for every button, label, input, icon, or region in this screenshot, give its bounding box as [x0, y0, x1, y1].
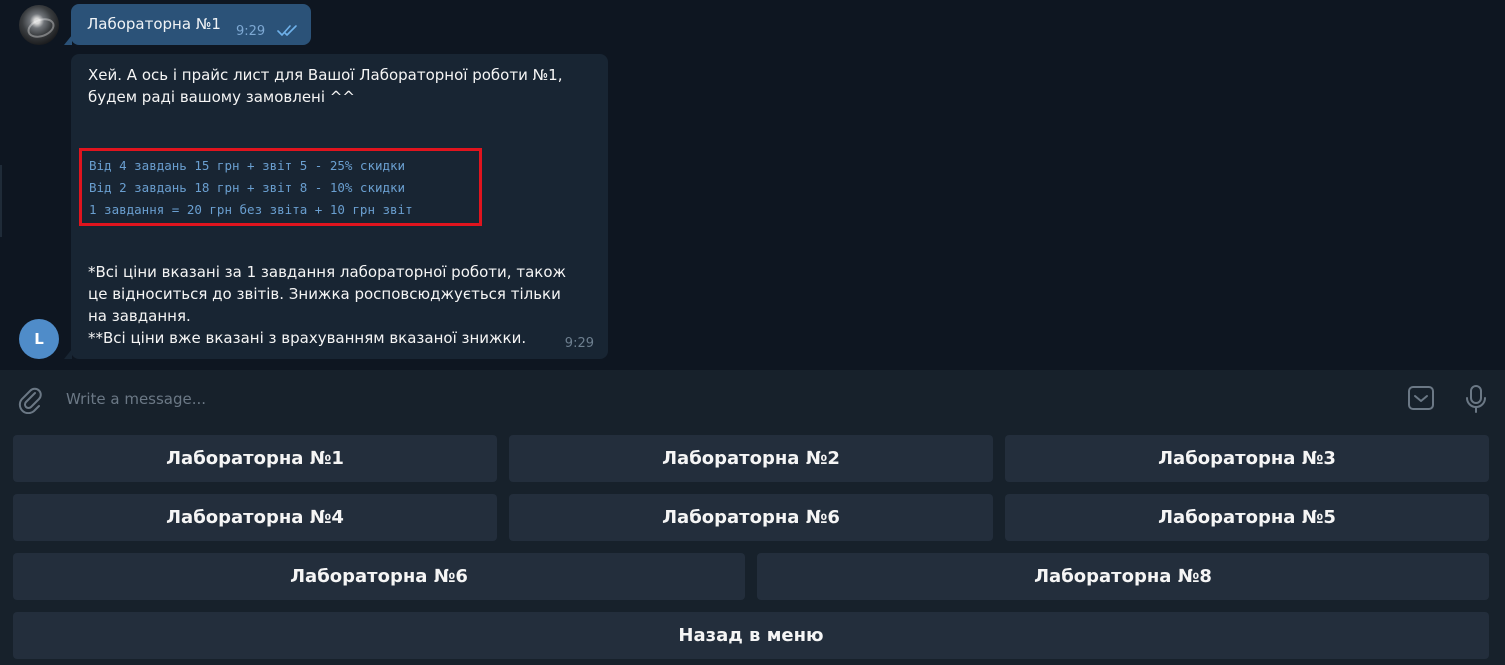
outgoing-message-text: Лабораторна №1	[87, 15, 221, 33]
price-line[interactable]: Від 4 завдань 15 грн + звіт 5 - 25% скид…	[89, 155, 479, 177]
keyboard-button-lab-8[interactable]: Лабораторна №8	[757, 553, 1489, 600]
back-to-menu-button[interactable]: Назад в меню	[13, 612, 1489, 659]
price-list-highlight: Від 4 завдань 15 грн + звіт 5 - 25% скид…	[79, 148, 482, 226]
message-notes: *Всі ціни вказані за 1 завдання лаборато…	[88, 261, 578, 349]
keyboard-button-lab-6-alt[interactable]: Лабораторна №6	[13, 553, 745, 600]
outgoing-message[interactable]: Лабораторна №1 9:29	[64, 4, 311, 45]
keyboard-button-lab-1[interactable]: Лабораторна №1	[13, 435, 497, 482]
chat-area: Лабораторна №1 9:29 Хей. А ось і прайс л…	[0, 0, 1505, 370]
message-intro: Хей. А ось і прайс лист для Вашої Лабора…	[88, 66, 563, 106]
panel-edge	[0, 165, 2, 237]
message-input[interactable]	[66, 386, 1366, 412]
note-line-2: **Всі ціни вже вказані з врахуванням вка…	[88, 329, 527, 347]
message-composer	[0, 370, 1505, 427]
user-avatar[interactable]	[19, 5, 59, 45]
price-line[interactable]: 1 завдання = 20 грн без звіта + 10 грн з…	[89, 199, 479, 221]
paperclip-icon[interactable]	[17, 386, 45, 414]
double-check-icon	[277, 25, 297, 36]
incoming-message-time: 9:29	[564, 336, 594, 351]
outgoing-message-time: 9:29	[236, 24, 266, 39]
bot-avatar[interactable]: L	[19, 319, 59, 359]
price-line[interactable]: Від 2 завдань 18 грн + звіт 8 - 10% скид…	[89, 177, 479, 199]
bot-reply-keyboard: Лабораторна №1 Лабораторна №2 Лабораторн…	[0, 427, 1505, 665]
microphone-icon[interactable]	[1462, 384, 1490, 414]
note-line-1: *Всі ціни вказані за 1 завдання лаборато…	[88, 263, 567, 325]
keyboard-button-lab-3[interactable]: Лабораторна №3	[1005, 435, 1489, 482]
bot-keyboard-icon[interactable]	[1407, 384, 1435, 412]
incoming-message[interactable]: Хей. А ось і прайс лист для Вашої Лабора…	[64, 54, 608, 359]
keyboard-button-lab-2[interactable]: Лабораторна №2	[509, 435, 993, 482]
keyboard-button-lab-5[interactable]: Лабораторна №5	[1005, 494, 1489, 541]
keyboard-button-lab-4[interactable]: Лабораторна №4	[13, 494, 497, 541]
keyboard-button-lab-6[interactable]: Лабораторна №6	[509, 494, 993, 541]
